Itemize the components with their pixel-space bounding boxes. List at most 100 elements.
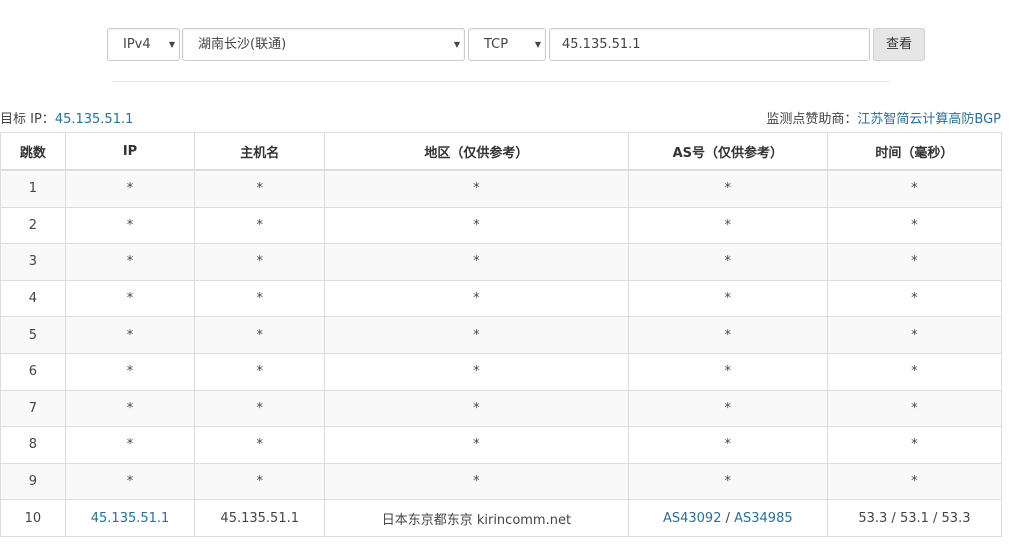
sponsor-link[interactable]: 江苏智简云计算高防BGP — [857, 112, 1001, 127]
header-ip: IP — [64, 132, 196, 171]
hop-cell: 7 — [0, 389, 66, 428]
node-select[interactable]: 湖南长沙(联通) ▼ — [182, 28, 465, 61]
query-toolbar: IPv4 ▼ 湖南长沙(联通) ▼ TCP ▼ 查看 — [0, 28, 1028, 62]
traceroute-table: 跳数 IP 主机名 地区（仅供参考） AS号（仅供参考） 时间（毫秒） 1 * … — [0, 132, 1003, 537]
as-separator: / — [721, 510, 735, 526]
time-cell: * — [826, 279, 1003, 318]
ip-version-value: IPv4 — [123, 37, 151, 52]
hop-cell: 4 — [0, 279, 66, 318]
time-cell: * — [826, 352, 1003, 391]
ip-link[interactable]: 45.135.51.1 — [91, 511, 170, 526]
as-cell: * — [627, 169, 828, 208]
as-cell: * — [627, 243, 828, 281]
table-row: 6 * * * * * — [0, 352, 1003, 391]
time-cell: * — [826, 316, 1003, 354]
location-cell: * — [324, 352, 629, 391]
location-cell: * — [324, 316, 629, 354]
host-cell: * — [194, 279, 326, 318]
table-row: 1 * * * * * — [0, 169, 1003, 208]
ip-cell: 45.135.51.1 — [64, 499, 196, 537]
ip-cell: * — [64, 426, 196, 464]
as-cell: * — [627, 389, 828, 428]
table-row: 4 * * * * * — [0, 279, 1003, 318]
header-location: 地区（仅供参考） — [324, 132, 629, 171]
ip-cell: * — [64, 316, 196, 354]
sponsor-label: 监测点赞助商： — [766, 112, 858, 127]
chevron-down-icon: ▼ — [453, 40, 460, 49]
table-row: 2 * * * * * — [0, 206, 1003, 245]
protocol-value: TCP — [484, 37, 509, 52]
location-cell: * — [324, 169, 629, 208]
target-input[interactable] — [549, 28, 870, 61]
as-cell: AS43092 / AS34985 — [627, 499, 828, 537]
header-hostname: 主机名 — [194, 132, 326, 171]
location-cell: * — [324, 389, 629, 428]
ip-cell: * — [64, 169, 196, 208]
host-cell: * — [194, 169, 326, 208]
host-cell: * — [194, 243, 326, 281]
target-info: 目标 IP：45.135.51.1 — [0, 108, 133, 127]
time-cell: * — [826, 169, 1003, 208]
sponsor-info: 监测点赞助商：江苏智简云计算高防BGP — [766, 108, 1001, 127]
time-cell: 53.3 / 53.1 / 53.3 — [826, 499, 1003, 537]
host-cell: * — [194, 352, 326, 391]
table-row: 8 * * * * * — [0, 426, 1003, 464]
as-cell: * — [627, 426, 828, 464]
table-row: 9 * * * * * — [0, 462, 1003, 501]
location-cell: * — [324, 462, 629, 501]
hop-cell: 3 — [0, 243, 66, 281]
time-cell: * — [826, 426, 1003, 464]
as-cell: * — [627, 316, 828, 354]
table-header-row: 跳数 IP 主机名 地区（仅供参考） AS号（仅供参考） 时间（毫秒） — [0, 132, 1003, 171]
time-cell: * — [826, 206, 1003, 245]
header-time: 时间（毫秒） — [826, 132, 1003, 171]
hop-cell: 1 — [0, 169, 66, 208]
chevron-down-icon: ▼ — [534, 40, 541, 49]
divider — [112, 81, 890, 82]
host-cell: * — [194, 206, 326, 245]
hop-cell: 9 — [0, 462, 66, 501]
ip-cell: * — [64, 389, 196, 428]
as-cell: * — [627, 206, 828, 245]
time-cell: * — [826, 462, 1003, 501]
submit-button[interactable]: 查看 — [873, 28, 925, 61]
hop-cell: 5 — [0, 316, 66, 354]
header-hop: 跳数 — [0, 132, 66, 171]
location-cell: * — [324, 206, 629, 245]
ip-cell: * — [64, 206, 196, 245]
host-cell: * — [194, 389, 326, 428]
location-cell: * — [324, 279, 629, 318]
ip-cell: * — [64, 279, 196, 318]
hop-cell: 10 — [0, 499, 66, 537]
as-link[interactable]: AS34985 — [734, 511, 793, 526]
location-cell: 日本东京都东京 kirincomm.net — [324, 499, 629, 537]
host-cell: 45.135.51.1 — [194, 499, 326, 537]
time-cell: * — [826, 243, 1003, 281]
host-cell: * — [194, 462, 326, 501]
as-cell: * — [627, 279, 828, 318]
table-row: 10 45.135.51.1 45.135.51.1 日本东京都东京 kirin… — [0, 499, 1003, 537]
as-cell: * — [627, 352, 828, 391]
hop-cell: 8 — [0, 426, 66, 464]
hop-cell: 2 — [0, 206, 66, 245]
table-row: 5 * * * * * — [0, 316, 1003, 354]
time-cell: * — [826, 389, 1003, 428]
location-cell: * — [324, 426, 629, 464]
ip-version-select[interactable]: IPv4 ▼ — [107, 28, 180, 61]
ip-cell: * — [64, 352, 196, 391]
host-cell: * — [194, 426, 326, 464]
table-row: 7 * * * * * — [0, 389, 1003, 428]
ip-cell: * — [64, 462, 196, 501]
chevron-down-icon: ▼ — [168, 40, 175, 49]
header-as: AS号（仅供参考） — [627, 132, 828, 171]
protocol-select[interactable]: TCP ▼ — [468, 28, 546, 61]
table-row: 3 * * * * * — [0, 243, 1003, 281]
as-link[interactable]: AS43092 — [663, 511, 722, 526]
target-ip-link[interactable]: 45.135.51.1 — [55, 112, 134, 127]
hop-cell: 6 — [0, 352, 66, 391]
target-label: 目标 IP： — [0, 112, 55, 127]
ip-cell: * — [64, 243, 196, 281]
as-cell: * — [627, 462, 828, 501]
node-value: 湖南长沙(联通) — [198, 37, 287, 52]
host-cell: * — [194, 316, 326, 354]
